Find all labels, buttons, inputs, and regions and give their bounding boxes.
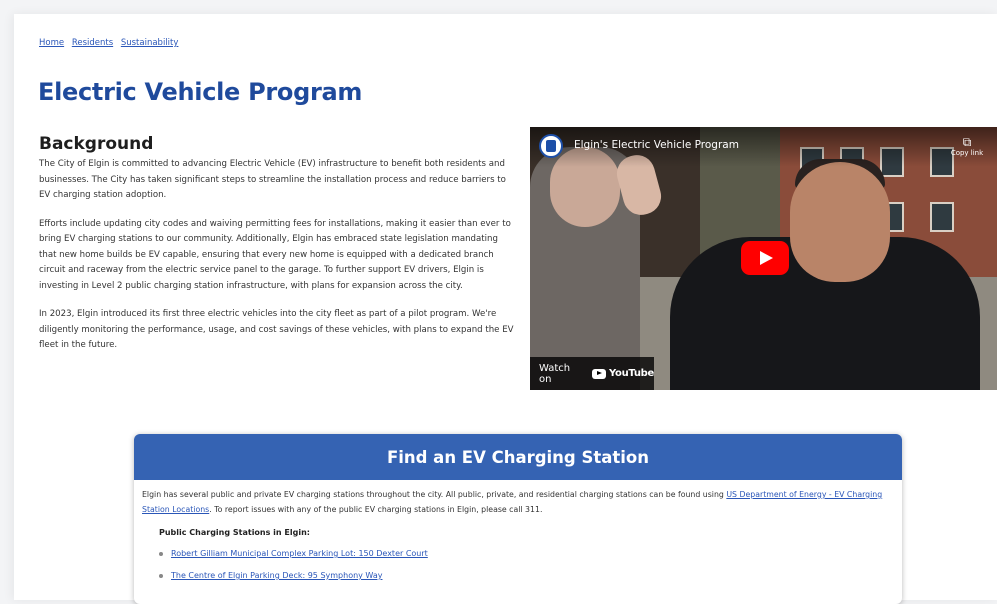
copy-link-icon: ⧉	[962, 135, 972, 149]
youtube-video-embed[interactable]: Elgin's Electric Vehicle Program ⧉ Copy …	[530, 127, 997, 390]
ev-card-description: Elgin has several public and private EV …	[142, 487, 892, 517]
breadcrumb-residents-link[interactable]: Residents	[72, 38, 113, 48]
video-thumbnail-face-right	[790, 162, 890, 282]
youtube-wordmark: YouTube	[609, 368, 654, 379]
copy-link-button[interactable]: ⧉ Copy link	[945, 135, 989, 158]
background-paragraph-1: The City of Elgin is committed to advanc…	[39, 159, 506, 200]
list-item: Robert Gilliam Municipal Complex Parking…	[159, 543, 902, 565]
list-item: The Centre of Elgin Parking Deck: 95 Sym…	[159, 565, 902, 587]
ev-description-text: Elgin has several public and private EV …	[142, 490, 727, 499]
copy-link-label: Copy link	[950, 149, 984, 157]
youtube-logo-icon	[592, 368, 606, 379]
background-paragraph-3: In 2023, Elgin introduced its first thre…	[39, 309, 514, 350]
watch-on-youtube-button[interactable]: Watch on YouTube	[530, 357, 654, 390]
page-content: Home Residents Sustainability Electric V…	[14, 14, 997, 604]
bullet-icon	[159, 574, 163, 578]
station-link-centre[interactable]: The Centre of Elgin Parking Deck: 95 Sym…	[171, 565, 382, 587]
background-paragraph-2: Efforts include updating city codes and …	[39, 218, 511, 291]
play-button-icon[interactable]	[741, 241, 789, 275]
breadcrumb-home-link[interactable]: Home	[39, 38, 64, 48]
breadcrumb-sustainability-link[interactable]: Sustainability	[121, 38, 179, 48]
breadcrumb: Home Residents Sustainability	[39, 38, 183, 48]
bullet-icon	[159, 552, 163, 556]
ev-description-text-end: . To report issues with any of the publi…	[209, 505, 543, 514]
page-title: Electric Vehicle Program	[38, 78, 363, 106]
channel-avatar-icon[interactable]	[539, 134, 563, 158]
station-link-gilliam[interactable]: Robert Gilliam Municipal Complex Parking…	[171, 543, 428, 565]
watch-on-label: Watch on	[539, 362, 571, 385]
background-text: The City of Elgin is committed to advanc…	[39, 157, 517, 367]
stations-list: Robert Gilliam Municipal Complex Parking…	[134, 543, 902, 587]
background-heading: Background	[39, 134, 154, 154]
video-title[interactable]: Elgin's Electric Vehicle Program	[574, 139, 739, 151]
ev-charging-card: Find an EV Charging Station Elgin has se…	[134, 434, 902, 604]
ev-card-heading: Find an EV Charging Station	[134, 434, 902, 480]
public-stations-heading: Public Charging Stations in Elgin:	[159, 528, 310, 537]
